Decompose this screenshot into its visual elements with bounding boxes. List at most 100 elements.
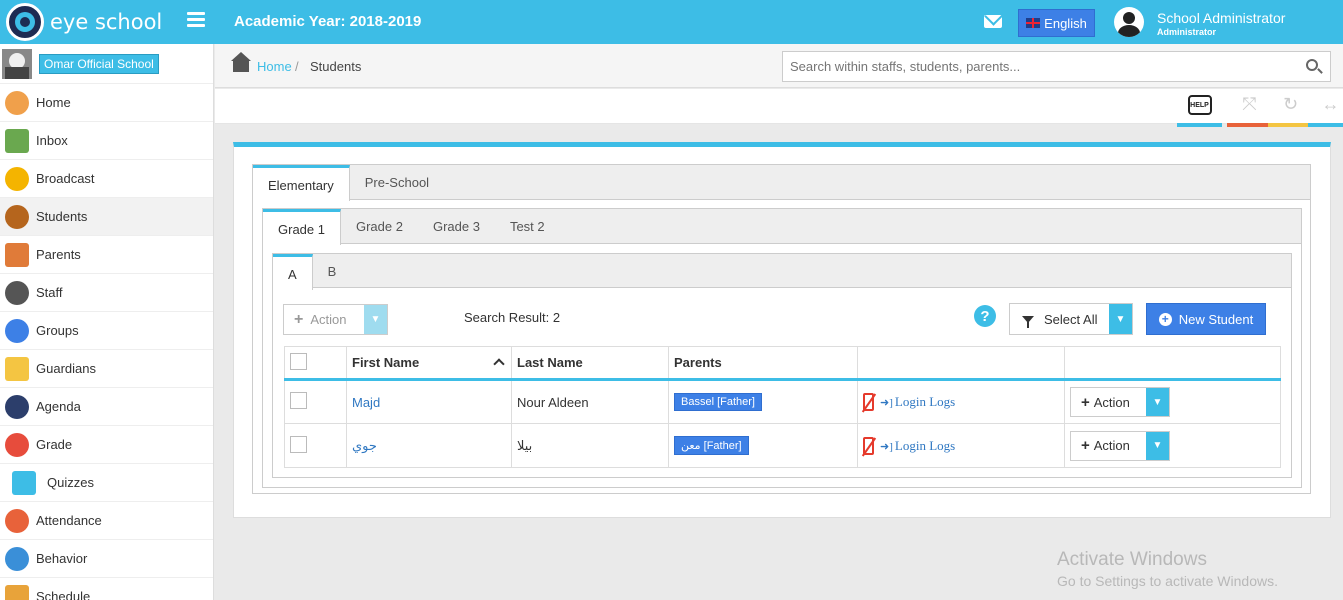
sort-ascending-icon[interactable] <box>493 358 505 370</box>
parent-badge[interactable]: Bassel [Father] <box>674 393 762 411</box>
sidebar-item-staff[interactable]: Staff <box>0 274 213 312</box>
sidebar-item-label: Home <box>36 95 71 110</box>
user-role: Administrator <box>1157 27 1217 37</box>
user-name[interactable]: School Administrator <box>1157 10 1285 26</box>
tab-grade-3[interactable]: Grade 3 <box>418 209 495 244</box>
login-logs-link[interactable]: ➜] Login Logs <box>880 394 955 409</box>
quizzes-icon <box>12 470 36 495</box>
sidebar-item-home[interactable]: Home <box>0 84 213 122</box>
logs-cell: ➜] Login Logs <box>857 423 1065 468</box>
login-logs-label: Login Logs <box>894 437 956 453</box>
sidebar-item-label: Groups <box>36 323 79 338</box>
table-header-row: First Name Last Name Parents <box>284 346 1281 381</box>
tab-grade-2[interactable]: Grade 2 <box>341 209 418 244</box>
sidebar-item-students[interactable]: Students <box>0 198 213 236</box>
select-all-filter[interactable]: Select All ▼ <box>1009 303 1133 335</box>
sidebar-item-inbox[interactable]: Inbox <box>0 122 213 160</box>
school-avatar <box>2 48 32 79</box>
app-logo[interactable]: eye school <box>6 3 162 41</box>
guardians-icon <box>5 356 29 381</box>
width-tool[interactable]: ↔ <box>1308 92 1343 127</box>
sidebar-item-behavior[interactable]: Behavior <box>0 540 213 578</box>
parents-header: Parents <box>674 355 722 370</box>
language-button[interactable]: English <box>1018 9 1095 37</box>
eye-logo-icon <box>6 3 44 41</box>
last-name-header: Last Name <box>517 355 583 370</box>
sidebar-item-label: Staff <box>36 285 63 300</box>
row-checkbox[interactable] <box>290 435 307 453</box>
uk-flag-icon <box>1026 18 1041 28</box>
tab-section-b[interactable]: B <box>313 254 352 289</box>
search-icon[interactable] <box>1306 59 1318 71</box>
menu-toggle-icon[interactable] <box>187 12 205 28</box>
sidebar-item-guardians[interactable]: Guardians <box>0 350 213 388</box>
sidebar-item-grade[interactable]: Grade <box>0 426 213 464</box>
mobile-disabled-icon <box>863 436 874 455</box>
tab-section-a[interactable]: A <box>273 254 313 290</box>
breadcrumb: Home / Students <box>215 44 1343 88</box>
behavior-icon <box>5 546 29 571</box>
column-last-name[interactable]: Last Name <box>511 346 669 381</box>
student-first-name-link[interactable]: Majd <box>352 395 380 410</box>
sidebar-item-parents[interactable]: Parents <box>0 236 213 274</box>
first-name-header: First Name <box>352 355 420 370</box>
filter-icon <box>1022 315 1034 328</box>
breadcrumb-home-link[interactable]: Home <box>257 59 292 74</box>
sidebar-item-agenda[interactable]: Agenda <box>0 388 213 426</box>
chevron-down-icon[interactable]: ▼ <box>1146 388 1169 416</box>
chevron-down-icon[interactable]: ▼ <box>1146 431 1169 460</box>
last-name-cell: بيلا <box>511 423 669 468</box>
sidebar-item-schedule[interactable]: Schedule <box>0 578 213 600</box>
home-icon <box>5 90 29 115</box>
staff-icon <box>5 280 29 305</box>
sidebar-item-label: Guardians <box>36 361 96 376</box>
bulk-action-button[interactable]: + Action ▼ <box>283 304 388 335</box>
home-icon[interactable] <box>231 52 251 72</box>
row-checkbox[interactable] <box>290 392 307 409</box>
plus-icon: + <box>294 310 304 328</box>
row-action-button[interactable]: + Action ▼ <box>1070 430 1170 461</box>
new-student-button[interactable]: + New Student <box>1146 303 1266 335</box>
sidebar-item-label: Grade <box>36 437 73 452</box>
first-name-cell: جوي <box>346 423 512 468</box>
row-action-label: Action <box>1093 394 1130 410</box>
school-name-badge[interactable]: Omar Official School <box>39 53 159 74</box>
logs-cell: ➜] Login Logs <box>857 379 1065 424</box>
sidebar-item-attendance[interactable]: Attendance <box>0 502 213 540</box>
sidebar-item-broadcast[interactable]: Broadcast <box>0 160 213 198</box>
plus-circle-icon: + <box>1158 312 1172 326</box>
login-logs-link[interactable]: ➜] Login Logs <box>880 438 955 453</box>
chevron-down-icon[interactable]: ▼ <box>364 305 387 334</box>
sidebar-item-label: Attendance <box>36 513 102 528</box>
question-icon[interactable]: ? <box>974 305 996 327</box>
sidebar-item-label: Behavior <box>36 551 88 566</box>
sidebar-item-label: Schedule <box>36 589 91 600</box>
global-search-input[interactable] <box>782 51 1331 82</box>
student-first-name-link[interactable]: جوي <box>352 438 377 453</box>
parent-badge[interactable]: معن [Father] <box>674 436 749 455</box>
windows-watermark-subtitle: Go to Settings to activate Windows. <box>1057 573 1278 589</box>
parents-cell: Bassel [Father] <box>668 379 858 424</box>
table-row: جوي بيلا معن [Father] ➜] Login Logs + Acti… <box>284 423 1281 468</box>
chevron-down-icon[interactable]: ▼ <box>1109 304 1132 334</box>
tab-grade-1[interactable]: Grade 1 <box>263 209 341 245</box>
students-icon <box>5 204 29 229</box>
user-avatar[interactable] <box>1114 7 1144 37</box>
fullscreen-tool[interactable]: ⤧ <box>1227 92 1272 127</box>
tab-elementary[interactable]: Elementary <box>253 165 350 201</box>
page-tools: HELP ⤧ ↻ ↔ <box>215 89 1343 127</box>
sidebar-item-quizzes[interactable]: Quizzes <box>0 464 213 502</box>
row-action-button[interactable]: + Action ▼ <box>1070 387 1170 417</box>
column-first-name[interactable]: First Name <box>346 346 512 381</box>
help-tool[interactable]: HELP <box>1177 92 1222 127</box>
tab-pre-school[interactable]: Pre-School <box>350 165 444 200</box>
sidebar-item-label: Agenda <box>36 399 81 414</box>
students-table: First Name Last Name Parents Majd Nour A… <box>284 346 1281 468</box>
refresh-tool[interactable]: ↻ <box>1268 92 1313 127</box>
tab-test-2[interactable]: Test 2 <box>495 209 560 244</box>
mail-icon[interactable] <box>984 15 1002 28</box>
sidebar-item-label: Quizzes <box>47 475 94 490</box>
select-all-checkbox[interactable] <box>290 352 307 370</box>
sidebar-item-groups[interactable]: Groups <box>0 312 213 350</box>
search-result-count: Search Result: 2 <box>464 310 561 325</box>
